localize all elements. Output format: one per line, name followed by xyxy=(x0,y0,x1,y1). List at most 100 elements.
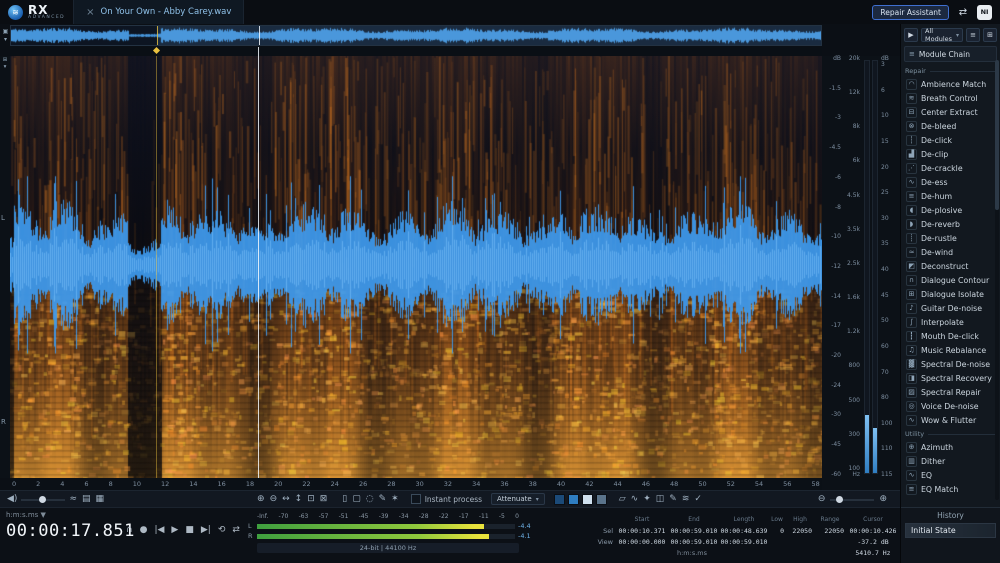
module-item[interactable]: ⊞ Dialogue Isolate xyxy=(904,287,997,301)
instant-process-toggle[interactable]: Instant process xyxy=(411,494,482,504)
sel-length-value[interactable]: 00:00:48.639 xyxy=(720,527,768,535)
module-filter-dropdown[interactable]: All Modules ▾ xyxy=(921,28,963,42)
channel-label-right[interactable]: R xyxy=(1,418,6,426)
file-tab[interactable]: × On Your Own - Abby Carey.wav xyxy=(73,0,244,24)
view-length-value[interactable]: 00:00:59.010 xyxy=(720,538,768,546)
volume-slider[interactable] xyxy=(21,495,65,504)
overview-waveform[interactable] xyxy=(10,25,822,46)
selection-start-line[interactable] xyxy=(156,56,157,478)
process-compare-icon[interactable]: ✓ xyxy=(693,495,703,504)
spectrogram-view[interactable] xyxy=(10,56,822,478)
zoom-vertical-icon[interactable]: ↕ xyxy=(294,495,304,504)
zoom-out-icon[interactable]: ⊖ xyxy=(269,495,279,504)
playhead-line[interactable] xyxy=(258,56,259,478)
module-item[interactable]: ▟ De-clip xyxy=(904,147,997,161)
module-item[interactable]: ▓ Spectral De-noise xyxy=(904,357,997,371)
time-format-dropdown[interactable]: h:m:s.ms ▼ xyxy=(6,511,135,519)
zoom-selection-icon[interactable]: ⊠ xyxy=(319,495,329,504)
sel-start-value[interactable]: 00:00:10.371 xyxy=(616,527,668,535)
module-item[interactable]: ⊗ De-bleed xyxy=(904,119,997,133)
sel-high-value[interactable]: 22050 xyxy=(786,527,814,535)
module-item[interactable]: ♫ Music Rebalance xyxy=(904,343,997,357)
view-end-value[interactable]: 00:00:59.010 xyxy=(668,538,720,546)
zoom-fit-icon[interactable]: ⊡ xyxy=(306,495,316,504)
overview-display-toggle-icon[interactable]: ▣ xyxy=(3,28,9,35)
playhead-marker[interactable] xyxy=(258,47,259,56)
speaker-icon[interactable]: ◀) xyxy=(6,495,18,504)
sel-low-value[interactable]: 0 xyxy=(768,527,786,535)
module-item[interactable]: ♪ Guitar De-noise xyxy=(904,301,997,315)
module-item[interactable]: ∩ Dialogue Contour xyxy=(904,273,997,287)
instant-process-checkbox[interactable] xyxy=(411,494,421,504)
brush-selection-icon[interactable]: ✎ xyxy=(378,495,388,504)
module-item[interactable]: ┆ De-click xyxy=(904,133,997,147)
module-item[interactable]: ≈ De-wind xyxy=(904,245,997,259)
module-item[interactable]: ◖ De-plosive xyxy=(904,203,997,217)
overview-playhead[interactable] xyxy=(259,26,260,45)
panel-scrollbar[interactable] xyxy=(995,60,999,500)
skip-to-end-button[interactable]: ▶| xyxy=(201,526,211,535)
time-selection-icon[interactable]: ▯ xyxy=(341,495,348,504)
module-item[interactable]: ⊕ Azimuth xyxy=(904,440,997,454)
channel-menu-icon[interactable]: ▾ xyxy=(4,64,7,70)
time-frequency-selection-icon[interactable]: ▢ xyxy=(351,495,362,504)
marquee-tool-icon[interactable]: ▱ xyxy=(618,495,627,504)
zoom-in-slider-icon[interactable]: ⊕ xyxy=(878,495,888,504)
wand-tool-icon[interactable]: ✦ xyxy=(642,495,652,504)
close-tab-icon[interactable]: × xyxy=(86,7,94,18)
scrollbar-thumb[interactable] xyxy=(995,60,999,210)
module-item[interactable]: ≋ Breath Control xyxy=(904,91,997,105)
spectrogram-canvas[interactable] xyxy=(10,56,822,478)
loop-playback-button[interactable]: ⟲ xyxy=(218,526,226,535)
pencil-tool-icon[interactable]: ✎ xyxy=(668,495,678,504)
combined-view[interactable] xyxy=(568,494,579,505)
overview-selection-start-marker[interactable] xyxy=(157,26,158,45)
overview-options-icon[interactable]: ▾ xyxy=(4,36,7,43)
module-item[interactable]: ∿ De-ess xyxy=(904,175,997,189)
sel-end-value[interactable]: 00:00:59.010 xyxy=(668,527,720,535)
smooth-tool-icon[interactable]: ≋ xyxy=(681,495,691,504)
split-view[interactable] xyxy=(596,494,607,505)
channel-label-left[interactable]: L xyxy=(1,214,5,222)
module-item[interactable]: ◎ Voice De-noise xyxy=(904,399,997,413)
zoom-slider[interactable] xyxy=(830,495,874,504)
module-item[interactable]: ▨ Spectral Repair xyxy=(904,385,997,399)
module-item[interactable]: ∿ Wow & Flutter xyxy=(904,413,997,427)
module-item[interactable]: ⊟ Center Extract xyxy=(904,105,997,119)
monitor-headphones-button[interactable]: ∩ xyxy=(126,526,133,535)
history-item[interactable]: Initial State xyxy=(905,523,996,538)
stop-button[interactable]: ■ xyxy=(185,526,194,535)
grid-view-icon[interactable]: ⊞ xyxy=(983,28,997,42)
module-item[interactable]: ⋰ De-crackle xyxy=(904,161,997,175)
process-mode-dropdown[interactable]: Attenuate ▾ xyxy=(491,493,545,505)
module-item[interactable]: ◠ Ambience Match xyxy=(904,77,997,91)
module-item[interactable]: ◩ Deconstruct xyxy=(904,259,997,273)
module-item[interactable]: ≡ De-hum xyxy=(904,189,997,203)
module-item[interactable]: ▥ Dither xyxy=(904,454,997,468)
record-button[interactable]: ● xyxy=(140,526,148,535)
module-item[interactable]: ∫ Interpolate xyxy=(904,315,997,329)
compare-icon[interactable]: ⇄ xyxy=(955,4,971,20)
yellow-marker-icon[interactable] xyxy=(153,47,160,54)
module-item[interactable]: ┊ De-rustle xyxy=(904,231,997,245)
skip-to-start-button[interactable]: |◀ xyxy=(154,526,164,535)
time-ruler[interactable]: 0246810121416182022242628303234363840424… xyxy=(10,478,822,490)
module-item[interactable]: ◗ De-reverb xyxy=(904,217,997,231)
magic-wand-icon[interactable]: ✶ xyxy=(390,495,400,504)
run-module-button[interactable]: ▶ xyxy=(904,28,918,42)
table-time-format-dropdown[interactable]: h:m:s.ms xyxy=(616,549,768,557)
waveform-display-icon[interactable]: ▤ xyxy=(81,495,92,504)
eraser-tool-icon[interactable]: ◫ xyxy=(655,495,666,504)
sel-range-value[interactable]: 22050 xyxy=(814,527,846,535)
module-item[interactable]: ∿ EQ xyxy=(904,468,997,482)
module-chain-item[interactable]: ≡ Module Chain xyxy=(904,46,997,62)
loop-selection-button[interactable]: ⇄ xyxy=(232,526,240,535)
module-item[interactable]: ≌ EQ Match xyxy=(904,482,997,496)
zoom-horizontal-icon[interactable]: ↔ xyxy=(281,495,291,504)
zoom-in-icon[interactable]: ⊕ xyxy=(256,495,266,504)
module-item[interactable]: ┇ Mouth De-click xyxy=(904,329,997,343)
list-view-icon[interactable]: ≡ xyxy=(966,28,980,42)
play-button[interactable]: ▶ xyxy=(171,526,178,535)
lasso-tool-icon[interactable]: ∿ xyxy=(630,495,640,504)
select-all-channels-icon[interactable]: ⊞ xyxy=(3,57,8,63)
